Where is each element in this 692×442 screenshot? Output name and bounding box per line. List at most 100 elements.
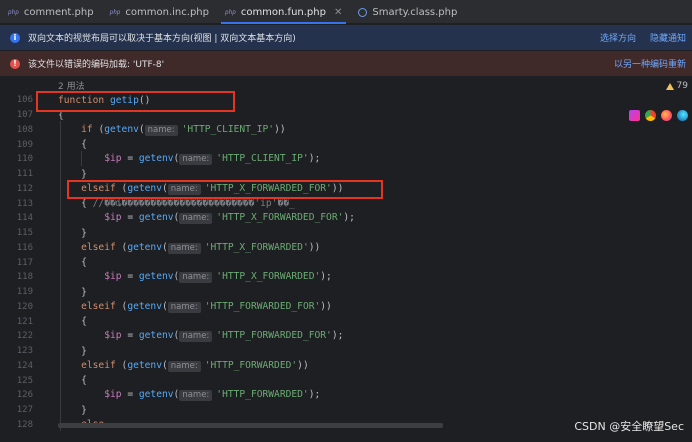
line-number[interactable]: 108 (0, 125, 33, 135)
code-line[interactable]: 126 $ip = getenv(name: 'HTTP_FORWARDED'); (0, 388, 692, 403)
code-token: getenv (104, 123, 139, 135)
reload-encoding-link[interactable]: 以另一种编码重新 (614, 57, 686, 70)
line-number[interactable]: 106 (0, 95, 33, 105)
warning-icon (665, 82, 674, 90)
tab-common-fun-php[interactable]: php common.fun.php ✕ (217, 0, 350, 24)
tab-label: common.fun.php (240, 6, 326, 18)
code-token: )) (274, 123, 286, 135)
code-line[interactable]: 121 { (0, 314, 692, 329)
code-text: $ip = getenv(name: 'HTTP_X_FORWARDED_FOR'… (58, 212, 355, 225)
code-token: 'HTTP_CLIENT_IP' (216, 153, 309, 165)
tab-smarty-class-php[interactable]: Smarty.class.php (350, 0, 465, 24)
line-number[interactable]: 115 (0, 228, 33, 238)
php-file-icon: php (224, 8, 236, 16)
code-token: ( (161, 241, 168, 253)
code-line[interactable]: 116 elseif (getenv(name: 'HTTP_X_FORWARDE… (0, 241, 692, 256)
code-line[interactable]: 115 } (0, 226, 692, 241)
code-token: 'HTTP_X_FORWARDED_FOR' (216, 212, 344, 224)
line-number[interactable]: 122 (0, 331, 33, 341)
code-token: )) (308, 241, 321, 253)
parameter-hint: name: (179, 213, 213, 225)
php-file-icon: php (109, 8, 121, 16)
code-lines[interactable]: 106 function getip() 107{108 if (getenv(na… (0, 93, 692, 432)
code-text: } (58, 228, 87, 239)
code-token: ); (308, 153, 321, 165)
line-number[interactable]: 128 (0, 420, 33, 430)
tab-comment-php[interactable]: php comment.php (0, 0, 102, 24)
code-token: ); (331, 330, 344, 342)
code-token: = (121, 271, 139, 283)
code-text: } (58, 287, 87, 298)
code-line[interactable]: 122 $ip = getenv(name: 'HTTP_FORWARDED_FO… (0, 329, 692, 344)
horizontal-scrollbar[interactable] (58, 423, 443, 428)
code-line[interactable]: 117 { (0, 255, 692, 270)
line-number[interactable]: 110 (0, 154, 33, 164)
line-number[interactable]: 127 (0, 405, 33, 415)
line-number[interactable]: 118 (0, 272, 33, 282)
line-number[interactable]: 121 (0, 317, 33, 327)
code-line[interactable]: 125 { (0, 373, 692, 388)
warning-count: 79 (676, 81, 688, 91)
code-line[interactable]: 120 elseif (getenv(name: 'HTTP_FORWARDED_… (0, 300, 692, 315)
code-token: getenv (138, 212, 174, 224)
code-token: = (121, 212, 139, 224)
code-text: { (58, 257, 87, 268)
code-token: 'HTTP_FORWARDED_FOR' (204, 300, 321, 312)
code-token: elseif (81, 300, 122, 312)
line-number[interactable]: 119 (0, 287, 33, 297)
line-number[interactable]: 114 (0, 213, 33, 223)
code-token: $ip (104, 212, 122, 224)
encoding-error-bar: ! 该文件以错误的编码加载: 'UTF-8' 以另一种编码重新 (0, 51, 692, 76)
code-line[interactable]: 127 } (0, 403, 692, 418)
line-number[interactable]: 120 (0, 302, 33, 312)
code-line[interactable]: 109 { (0, 137, 692, 152)
code-token: { (58, 257, 87, 269)
code-token: ); (343, 212, 355, 224)
code-token: ( (161, 300, 168, 312)
close-tab-icon[interactable]: ✕ (334, 7, 342, 18)
line-number[interactable]: 111 (0, 169, 33, 179)
line-number[interactable]: 107 (0, 110, 33, 120)
code-token: { (58, 375, 87, 387)
code-token: 'HTTP_X_FORWARDED' (204, 241, 309, 253)
code-token: { (58, 139, 87, 151)
tab-common-inc-php[interactable]: php common.inc.php (102, 0, 217, 24)
code-token: 'HTTP_FORWARDED' (216, 389, 309, 401)
line-number[interactable]: 116 (0, 243, 33, 253)
parameter-hint: name: (179, 390, 213, 402)
code-token: 'HTTP_FORWARDED' (204, 359, 298, 371)
line-number[interactable]: 124 (0, 361, 33, 371)
line-number[interactable]: 113 (0, 199, 33, 209)
code-token: 'HTTP_CLIENT_IP' (181, 123, 275, 135)
line-number[interactable]: 117 (0, 258, 33, 268)
code-token: $ip (104, 330, 122, 342)
code-line[interactable]: 114 $ip = getenv(name: 'HTTP_X_FORWARDED_… (0, 211, 692, 226)
inspection-widget[interactable]: 79 (665, 81, 688, 91)
code-token: ( (138, 123, 145, 135)
line-number[interactable]: 123 (0, 346, 33, 356)
line-number[interactable]: 109 (0, 140, 33, 150)
code-text: { (58, 375, 87, 386)
code-line[interactable]: 119 } (0, 285, 692, 300)
code-token: getenv (127, 241, 162, 253)
code-text: } (58, 346, 87, 357)
code-editor[interactable]: 2 用法 79 106 function getip() 107{108 if (g… (0, 77, 692, 442)
line-number[interactable]: 125 (0, 376, 33, 386)
hide-notification-link[interactable]: 隐藏通知 (650, 31, 686, 44)
parameter-hint: name: (167, 242, 201, 254)
highlight-function-getip (36, 91, 235, 112)
code-line[interactable]: 118 $ip = getenv(name: 'HTTP_X_FORWARDED'… (0, 270, 692, 285)
select-direction-link[interactable]: 选择方向 (600, 31, 636, 44)
line-number[interactable]: 112 (0, 184, 33, 194)
code-line[interactable]: 110 $ip = getenv(name: 'HTTP_CLIENT_IP'); (0, 152, 692, 167)
code-line[interactable]: 123 } (0, 344, 692, 359)
code-line[interactable]: 108 if (getenv(name: 'HTTP_CLIENT_IP')) (0, 123, 692, 138)
line-number[interactable]: 126 (0, 390, 33, 400)
code-line[interactable]: 124 elseif (getenv(name: 'HTTP_FORWARDED'… (0, 359, 692, 374)
code-text: $ip = getenv(name: 'HTTP_X_FORWARDED'); (58, 271, 332, 284)
